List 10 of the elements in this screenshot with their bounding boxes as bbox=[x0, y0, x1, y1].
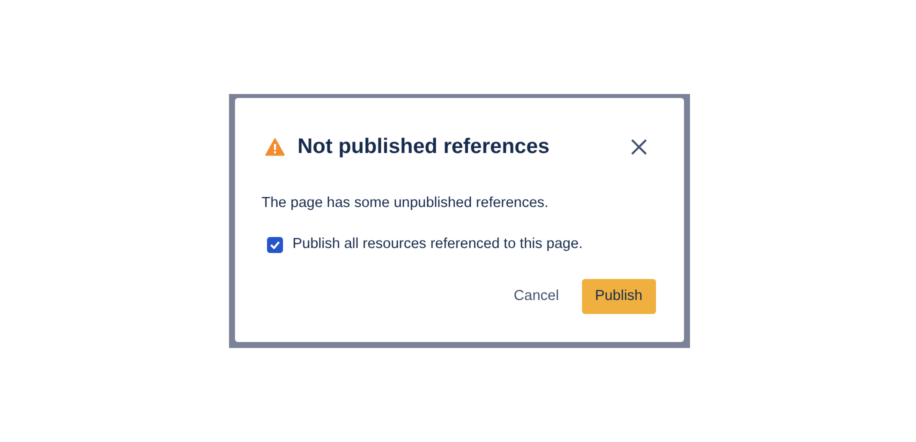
checkbox-label: Publish all resources referenced to this page. bbox=[292, 235, 583, 254]
close-button[interactable] bbox=[630, 138, 648, 156]
check-icon bbox=[270, 241, 280, 250]
checkbox[interactable] bbox=[266, 237, 282, 254]
dialog-message: The page has some unpublished references. bbox=[262, 194, 550, 212]
cancel-button[interactable]: Cancel bbox=[500, 279, 572, 314]
warning-icon bbox=[264, 138, 284, 156]
publish-button[interactable]: Publish bbox=[582, 279, 656, 314]
close-icon bbox=[630, 138, 648, 156]
dialog-title: Not published references bbox=[298, 134, 550, 160]
